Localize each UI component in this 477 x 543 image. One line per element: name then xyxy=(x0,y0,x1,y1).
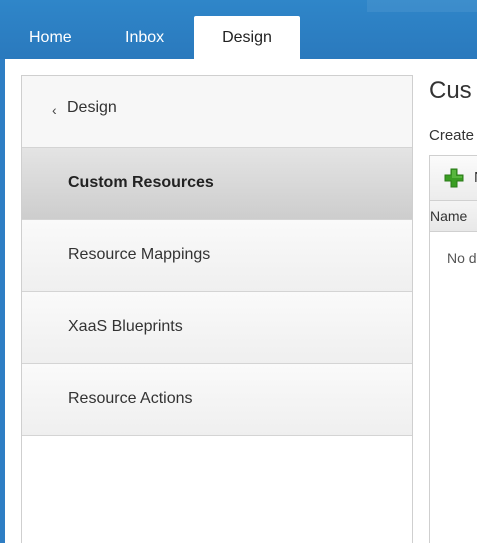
column-header-name[interactable]: Name xyxy=(430,208,467,224)
add-icon[interactable] xyxy=(444,168,464,188)
tab-home[interactable]: Home xyxy=(29,16,72,59)
sidebar-item-custom-resources[interactable]: Custom Resources xyxy=(22,148,412,220)
sidebar-item-label: Resource Mappings xyxy=(68,246,211,263)
page-title: Cus xyxy=(429,77,472,104)
tab-design[interactable]: Design xyxy=(194,16,300,59)
side-navigation-panel: ‹ Design Custom Resources Resource Mappi… xyxy=(21,75,413,543)
sidebar-item-label: Custom Resources xyxy=(68,174,214,191)
chevron-left-icon: ‹ xyxy=(52,102,57,118)
back-label: Design xyxy=(67,99,117,116)
page-subtitle: Create xyxy=(429,127,475,144)
tab-inbox[interactable]: Inbox xyxy=(125,16,164,59)
resources-grid: N Name No d xyxy=(429,155,477,543)
back-to-design-button[interactable]: ‹ Design xyxy=(22,76,412,148)
grid-header: Name xyxy=(430,201,477,232)
header-sheen xyxy=(367,0,477,12)
grid-empty-message: No d xyxy=(447,250,477,266)
top-navigation-bar: Home Inbox Design xyxy=(0,0,477,59)
sidebar-item-label: Resource Actions xyxy=(68,390,193,407)
sidebar-item-resource-actions[interactable]: Resource Actions xyxy=(22,364,412,436)
grid-toolbar: N xyxy=(430,156,477,201)
sidebar-item-resource-mappings[interactable]: Resource Mappings xyxy=(22,220,412,292)
sidebar-item-label: XaaS Blueprints xyxy=(68,318,183,335)
sidebar-item-xaas-blueprints[interactable]: XaaS Blueprints xyxy=(22,292,412,364)
